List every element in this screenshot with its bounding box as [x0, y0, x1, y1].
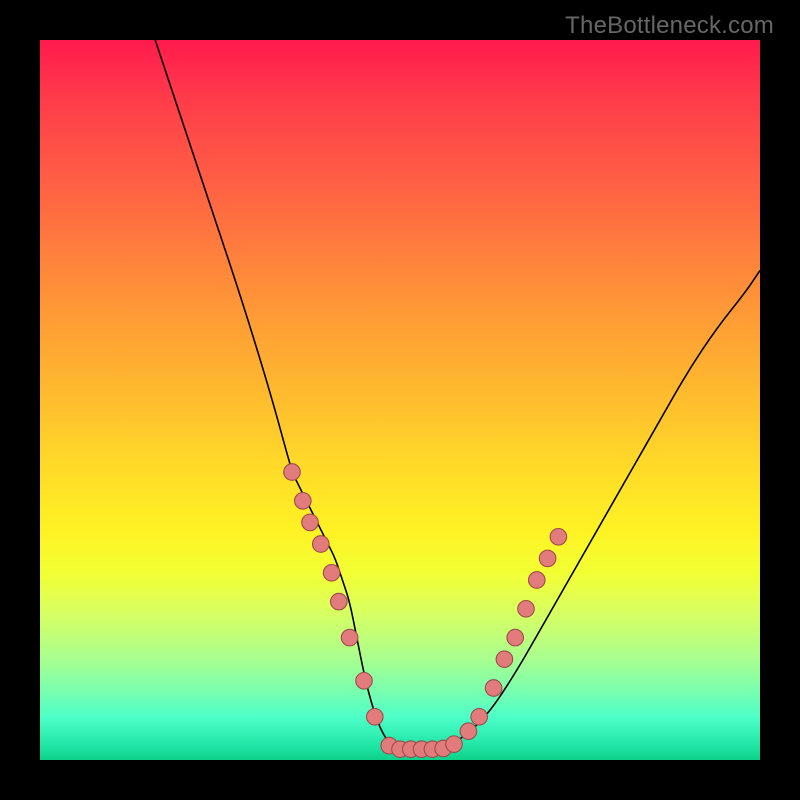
watermark-text: TheBottleneck.com: [565, 12, 774, 40]
chart-frame: { "watermark": "TheBottleneck.com", "col…: [0, 0, 800, 800]
plot-area: [40, 40, 760, 760]
